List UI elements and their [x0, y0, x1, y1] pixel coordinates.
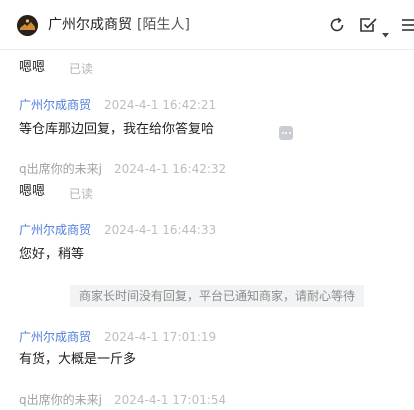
avatar-logo	[17, 15, 38, 36]
read-status: 已读	[69, 62, 94, 76]
sender-name[interactable]: 广州尔成商贸	[19, 222, 91, 238]
avatar[interactable]	[17, 15, 38, 36]
message-text: 嗯嗯	[19, 60, 46, 75]
menu-icon[interactable]	[402, 16, 414, 38]
read-status: 已读	[69, 187, 94, 201]
system-notice: 商家长时间没有回复，平台已通知商家，请耐心等待	[70, 285, 364, 307]
message-text: 您好，稍等	[19, 247, 85, 262]
chevron-down-icon[interactable]	[382, 23, 389, 42]
message-text: 嗯嗯	[19, 184, 46, 199]
contact-name[interactable]: 广州尔成商贸	[48, 16, 132, 34]
refresh-icon[interactable]	[328, 16, 346, 38]
message-time: 2024-4-1 16:42:32	[114, 162, 227, 176]
message-time: 2024-4-1 17:01:19	[104, 330, 217, 344]
message-time: 2024-4-1 16:42:21	[104, 98, 217, 112]
sender-name[interactable]: 广州尔成商贸	[19, 97, 91, 113]
contact-tag: [陌生人]	[137, 17, 190, 33]
chat-message-list[interactable]: 嗯嗯 已读 广州尔成商贸 2024-4-1 16:42:21 等仓库那边回复，我…	[0, 51, 414, 410]
message-text: 等仓库那边回复，我在给你答复哈	[19, 122, 215, 137]
more-options-button[interactable]	[279, 126, 293, 140]
sender-name[interactable]: q出席你的未来j	[19, 161, 102, 177]
message-time: 2024-4-1 17:01:54	[114, 393, 227, 407]
sender-name[interactable]: q出席你的未来j	[19, 392, 102, 408]
chat-header: 广州尔成商贸 [陌生人]	[0, 0, 414, 50]
message-time: 2024-4-1 16:44:33	[104, 223, 217, 237]
check-square-icon[interactable]	[359, 16, 378, 38]
message-text: 有货，大概是一斤多	[19, 352, 137, 367]
sender-name[interactable]: 广州尔成商贸	[19, 329, 91, 345]
